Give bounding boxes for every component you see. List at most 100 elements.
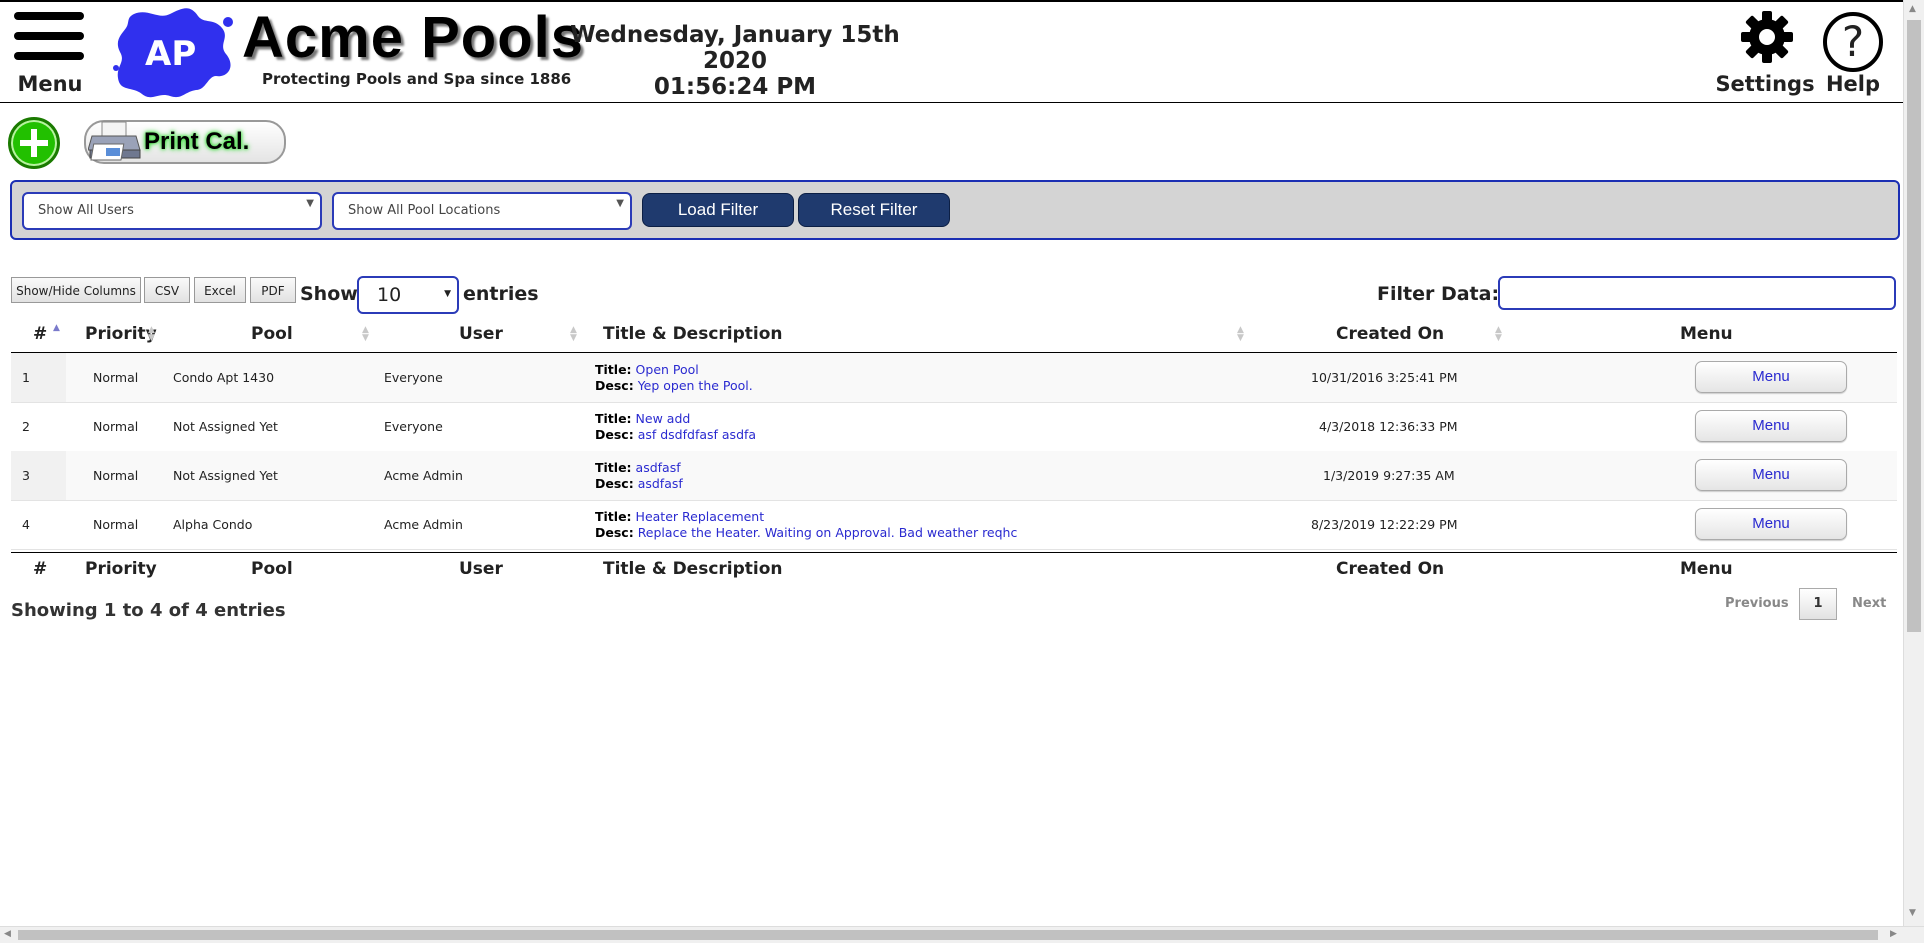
cell-user: Acme Admin [384,517,463,532]
cell-priority: Normal [93,517,139,532]
pagination-previous[interactable]: Previous [1725,596,1789,611]
chevron-down-icon: ▼ [616,198,624,209]
sort-icon: ▲ ▼ [570,325,577,343]
excel-export-button[interactable]: Excel [194,277,246,303]
printer-icon [88,121,141,161]
scroll-down-icon[interactable]: ▼ [1909,908,1916,918]
cell-pool: Condo Apt 1430 [173,370,275,385]
print-calendar-label: Print Cal. [144,128,250,155]
current-time: 01:56:24 PM [653,74,817,100]
csv-export-button[interactable]: CSV [144,277,190,303]
cell-created-on: 1/3/2019 9:27:35 AM [1323,468,1455,483]
help-label: Help [1825,72,1881,96]
sort-icon: ▲ ▼ [148,325,155,343]
footer-header-title-description: Title & Description [603,559,783,579]
column-header-title-description[interactable]: Title & Description [603,324,783,344]
desc-prefix: Desc: [595,476,634,491]
filter-data-input[interactable] [1498,276,1896,310]
cell-number: 4 [22,517,30,532]
table-header: # ▲ Priority ▲ ▼ Pool ▲ ▼ User ▲ ▼ Title & … [11,318,1897,353]
sort-icon: ▲ ▼ [1237,325,1244,343]
footer-header-number: # [33,559,48,579]
event-description-link[interactable]: Replace the Heater. Waiting on Approval.… [638,525,1018,540]
title-prefix: Title: [595,362,632,377]
event-title-link[interactable]: Heater Replacement [636,509,765,524]
table-row: 4 Normal Alpha Condo Acme Admin Title: H… [11,500,1897,550]
vertical-scroll-thumb[interactable] [1907,20,1921,632]
column-header-created-on[interactable]: Created On [1336,324,1444,344]
event-description-link[interactable]: asf dsdfdfasf asdfa [638,427,756,442]
table-row: 1 Normal Condo Apt 1430 Everyone Title: … [11,353,1897,403]
event-description-link[interactable]: asdfasf [638,476,683,491]
row-menu-button[interactable]: Menu [1695,459,1847,491]
cell-user: Acme Admin [384,468,463,483]
scroll-right-icon[interactable]: ▶ [1890,929,1897,939]
desc-prefix: Desc: [595,525,634,540]
brand-title: Acme Pools [242,5,584,70]
pagination-page-1[interactable]: 1 [1799,588,1837,620]
settings-label: Settings [1715,72,1815,96]
footer-header-menu: Menu [1680,559,1733,579]
sort-icon: ▲ ▼ [1495,325,1502,343]
gear-icon [1741,11,1793,63]
horizontal-scroll-thumb[interactable] [18,930,1878,940]
hamburger-icon [14,12,86,60]
row-menu-button[interactable]: Menu [1695,508,1847,540]
reset-filter-button[interactable]: Reset Filter [798,193,950,227]
entries-per-page-select[interactable]: 10 ▼ [357,276,459,314]
title-prefix: Title: [595,411,632,426]
vertical-scrollbar[interactable]: ▲ ▼ [1903,0,1924,926]
title-prefix: Title: [595,509,632,524]
entries-label: entries [463,283,539,305]
event-title-link[interactable]: New add [636,411,691,426]
scroll-left-icon[interactable]: ◀ [4,929,11,939]
current-date: Wednesday, January 15th 2020 [570,22,900,74]
column-header-number[interactable]: # [33,324,47,344]
show-hide-columns-button[interactable]: Show/Hide Columns [11,277,141,303]
cell-number: 3 [22,468,30,483]
entries-per-page-value: 10 [377,284,402,306]
chevron-down-icon: ▼ [444,289,451,299]
chevron-down-icon: ▼ [306,198,314,209]
column-header-user[interactable]: User [459,324,503,344]
cell-user: Everyone [384,370,443,385]
column-header-priority[interactable]: Priority [85,324,157,344]
settings-button[interactable]: Settings [1706,6,1824,98]
column-header-menu: Menu [1680,324,1733,344]
footer-header-created-on: Created On [1336,559,1445,579]
row-menu-button[interactable]: Menu [1695,361,1847,393]
row-menu-button[interactable]: Menu [1695,410,1847,442]
add-event-button[interactable] [8,117,60,169]
cell-title-description: Title: Heater Replacement Desc: Replace … [595,509,1017,541]
main-menu-button[interactable]: Menu [14,12,86,96]
cell-pool: Not Assigned Yet [173,419,278,434]
locations-filter-select[interactable]: Show All Pool Locations ▼ [332,192,632,230]
load-filter-button[interactable]: Load Filter [642,193,794,227]
pdf-export-button[interactable]: PDF [250,277,296,303]
cell-number: 2 [22,419,30,434]
event-description-link[interactable]: Yep open the Pool. [638,378,753,393]
desc-prefix: Desc: [595,378,634,393]
footer-header-priority: Priority [85,559,157,579]
print-calendar-button[interactable]: Print Cal. [84,120,286,164]
app-header: Menu AP Acme Pools Protecting Pools and … [0,2,1903,103]
column-header-pool[interactable]: Pool [251,324,293,344]
footer-header-user: User [459,559,503,579]
table-row: 3 Normal Not Assigned Yet Acme Admin Tit… [11,451,1897,501]
event-title-link[interactable]: Open Pool [636,362,699,377]
users-filter-select[interactable]: Show All Users ▼ [22,192,322,230]
cell-user: Everyone [384,419,443,434]
table-info-text: Showing 1 to 4 of 4 entries [11,600,286,621]
question-icon: ? [1823,12,1883,72]
scroll-up-icon[interactable]: ▲ [1909,4,1916,14]
show-label: Show [300,283,358,305]
event-title-link[interactable]: asdfasf [636,460,681,475]
locations-filter-value: Show All Pool Locations [348,203,501,218]
cell-pool: Alpha Condo [173,517,253,532]
help-button[interactable]: ? Help [1816,6,1890,98]
pagination-next[interactable]: Next [1852,596,1886,611]
cell-title-description: Title: New add Desc: asf dsdfdfasf asdfa [595,411,756,443]
cell-title-description: Title: Open Pool Desc: Yep open the Pool… [595,362,753,394]
cell-title-description: Title: asdfasf Desc: asdfasf [595,460,683,492]
horizontal-scrollbar[interactable]: ◀ ▶ [0,926,1924,943]
